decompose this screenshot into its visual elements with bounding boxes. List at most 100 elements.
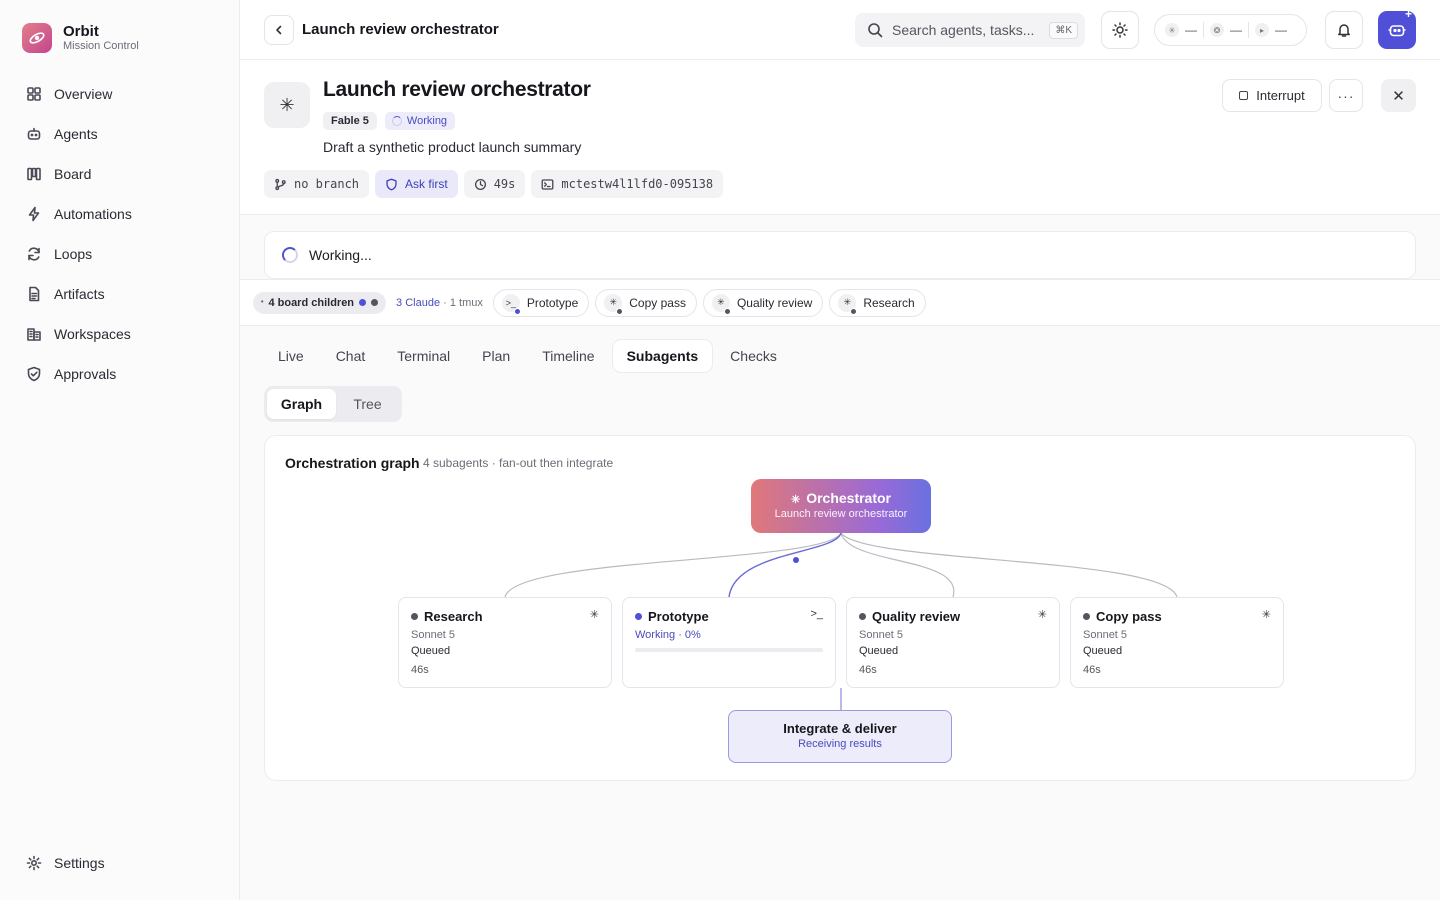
node-time: 46s: [1083, 664, 1101, 676]
building-icon: [27, 328, 41, 341]
chevron-left-icon: [276, 25, 282, 35]
bot-icon: [27, 127, 41, 140]
sidebar-item-overview[interactable]: Overview: [14, 74, 226, 114]
child-chip-quality-review[interactable]: ✳ Quality review: [702, 288, 824, 317]
shield-check-icon: [27, 366, 41, 382]
topbar: Launch review orchestrator Search agents…: [240, 0, 1440, 60]
sidebar-item-approvals[interactable]: Approvals: [14, 354, 226, 394]
child-chip-prototype[interactable]: >_ Prototype: [492, 288, 590, 317]
sidebar-item-agents[interactable]: Agents: [14, 114, 226, 154]
status-dot: [371, 299, 379, 306]
child-label: Prototype: [526, 295, 579, 310]
subagent-node-quality-review[interactable]: Quality review ✳ Sonnet 5 Queued 46s: [846, 597, 1060, 688]
progress-bar: [635, 648, 823, 652]
sidebar-item-settings[interactable]: Settings: [14, 843, 226, 883]
brand[interactable]: Orbit Mission Control: [22, 23, 139, 53]
permission-chip[interactable]: Ask first: [375, 170, 458, 198]
back-button[interactable]: [264, 15, 294, 45]
spinner-icon: [282, 247, 298, 263]
asterisk-icon: ✳: [264, 82, 310, 128]
stop-icon: [1239, 91, 1249, 100]
sidebar-item-label: Agents: [54, 126, 98, 142]
node-model: Sonnet 5: [411, 629, 456, 641]
tree-view-button[interactable]: Tree: [336, 389, 399, 419]
integrate-title: Integrate & deliver: [783, 721, 897, 736]
main-content: Working... • 4 board children 3 Claude ·…: [240, 215, 1440, 900]
task-header: ✳ Launch review orchestrator Fable 5 Wor…: [240, 60, 1440, 215]
close-icon: ✕: [1392, 87, 1405, 105]
tab-checks[interactable]: Checks: [716, 340, 791, 372]
gear-icon: [26, 855, 42, 871]
sidebar-item-workspaces[interactable]: Workspaces: [14, 314, 226, 354]
sidebar-item-automations[interactable]: Automations: [14, 194, 226, 234]
working-label: Working...: [309, 247, 372, 263]
status-dot: [859, 613, 866, 620]
node-name: Research: [424, 609, 483, 624]
sidebar-item-label: Approvals: [54, 366, 117, 382]
permission-label: Ask first: [405, 177, 448, 191]
tab-chat[interactable]: Chat: [322, 340, 380, 372]
sidebar-item-artifacts[interactable]: Artifacts: [14, 274, 226, 314]
child-chip-copy-pass[interactable]: ✳ Copy pass: [595, 288, 697, 317]
tab-terminal[interactable]: Terminal: [383, 340, 464, 372]
sidebar: Orbit Mission Control Overview Agents Bo…: [0, 0, 240, 900]
integrate-node[interactable]: Integrate & deliver Receiving results: [728, 710, 952, 763]
orchestrator-subtitle: Launch review orchestrator: [774, 508, 908, 520]
node-model: Sonnet 5: [859, 629, 904, 641]
grid-icon: [27, 87, 41, 101]
child-label: Research: [863, 295, 915, 310]
integrate-subtitle: Receiving results: [798, 738, 882, 750]
sidebar-item-board[interactable]: Board: [14, 154, 226, 194]
graph-title: Orchestration graph: [285, 455, 420, 471]
interrupt-button[interactable]: Interrupt: [1222, 79, 1322, 112]
edge-research: [504, 532, 842, 598]
status-dot: [635, 613, 642, 620]
branch-chip[interactable]: no branch: [264, 170, 370, 198]
notifications-button[interactable]: [1325, 11, 1363, 49]
plus-icon: +: [1405, 7, 1413, 21]
search-placeholder: Search agents, tasks...: [892, 22, 1035, 38]
status-dot: [513, 307, 521, 315]
asterisk-icon: ✳: [790, 494, 801, 506]
subagent-node-prototype[interactable]: Prototype >_ Working · 0%: [622, 597, 836, 688]
bolt-icon: [28, 206, 40, 222]
orchestrator-title: Orchestrator: [806, 490, 892, 506]
node-time: 46s: [859, 664, 877, 676]
node-name: Quality review: [872, 609, 961, 624]
tab-subagents[interactable]: Subagents: [612, 340, 713, 372]
node-name: Prototype: [648, 609, 709, 624]
terminal-icon: >_: [810, 608, 823, 620]
node-model: Sonnet 5: [1083, 629, 1128, 641]
theme-toggle-button[interactable]: [1101, 11, 1139, 49]
tab-timeline[interactable]: Timeline: [528, 340, 608, 372]
session-chip[interactable]: mctestw4l1lfd0-095138: [531, 170, 724, 198]
child-label: Quality review: [736, 295, 813, 310]
close-button[interactable]: ✕: [1381, 79, 1416, 112]
branch-label: no branch: [294, 177, 360, 191]
sidebar-item-label: Loops: [54, 246, 93, 262]
clock-icon: [474, 178, 486, 190]
child-chip-research[interactable]: ✳ Research: [829, 288, 926, 317]
ellipsis-icon: ···: [1337, 87, 1355, 104]
orchestrator-node[interactable]: ✳ Orchestrator Launch review orchestrator: [751, 479, 931, 533]
subagent-node-copy-pass[interactable]: Copy pass ✳ Sonnet 5 Queued 46s: [1070, 597, 1284, 688]
board-children-toggle[interactable]: • 4 board children: [253, 291, 387, 314]
caret-icon: •: [261, 299, 264, 306]
search-icon: [868, 23, 883, 38]
graph-view-button[interactable]: Graph: [267, 389, 336, 419]
subagent-node-research[interactable]: Research ✳ Sonnet 5 Queued 46s: [398, 597, 612, 688]
status-badge-label: Working: [406, 115, 448, 127]
sidebar-item-loops[interactable]: Loops: [14, 234, 226, 274]
asterisk-icon: ✳: [1261, 609, 1271, 621]
sidebar-item-label: Overview: [54, 86, 113, 102]
elapsed-label: 49s: [493, 177, 516, 191]
bell-icon: [1338, 24, 1350, 37]
tab-plan[interactable]: Plan: [468, 340, 524, 372]
node-status: Working · 0%: [635, 629, 701, 641]
search-input[interactable]: Search agents, tasks... ⌘K: [855, 13, 1085, 47]
status-dot: [616, 307, 624, 315]
tab-live[interactable]: Live: [264, 340, 318, 372]
provider-status[interactable]: ✳ — ❂ — ▸ —: [1154, 14, 1307, 46]
status-value: —: [1230, 23, 1242, 37]
more-options-button[interactable]: ···: [1329, 79, 1363, 112]
